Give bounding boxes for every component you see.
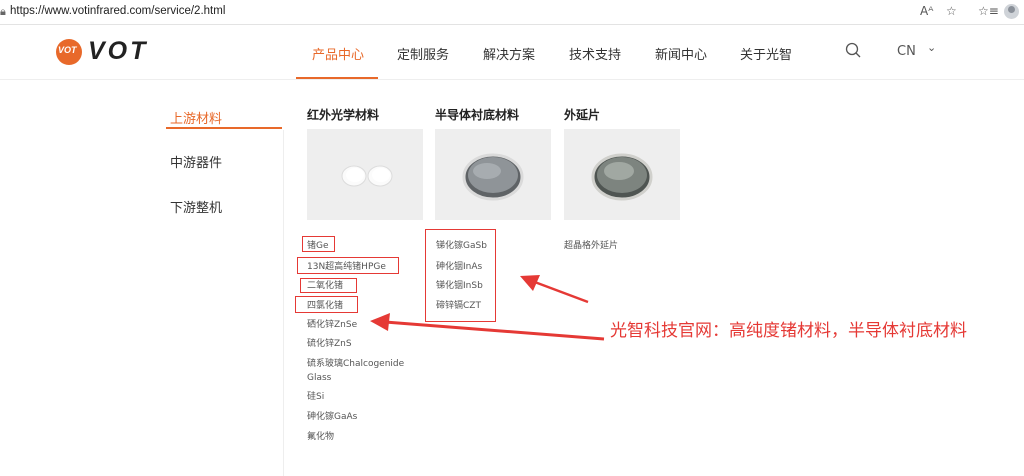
annotation-text: 光智科技官网：高纯度锗材料，半导体衬底材料 (610, 321, 967, 341)
arrow-head-left (370, 313, 390, 331)
annotation-arrows (370, 275, 605, 341)
